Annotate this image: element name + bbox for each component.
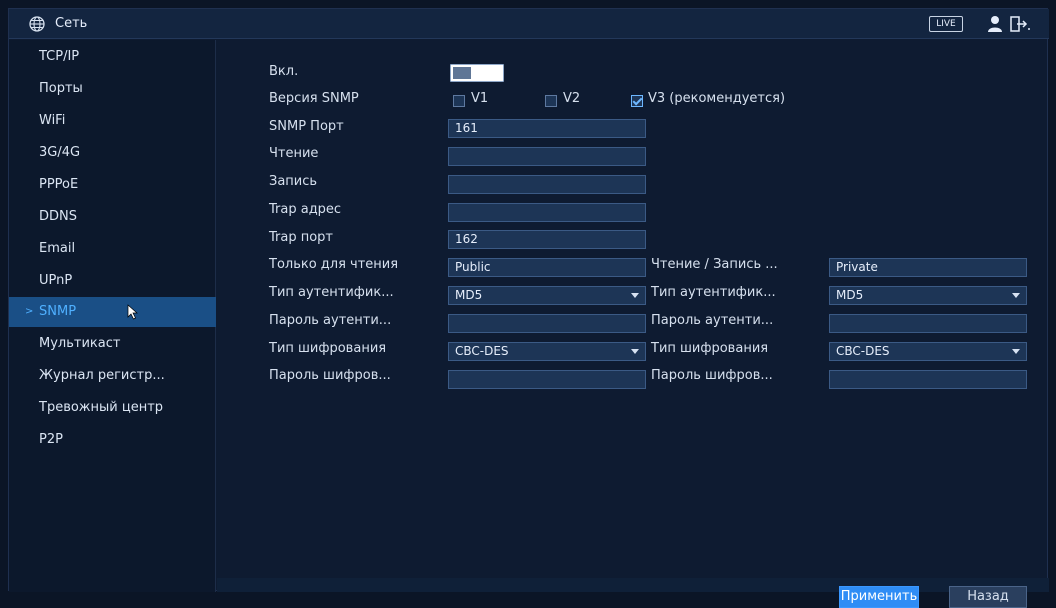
write-community-label: Запись — [269, 174, 318, 189]
encryption-password-input-right[interactable] — [829, 370, 1027, 389]
read-write-user-input[interactable]: Private — [829, 258, 1027, 277]
snmp-version-label: Версия SNMP — [269, 91, 359, 106]
page-title: Сеть — [55, 16, 88, 31]
auth-type-value-right: MD5 — [836, 288, 864, 302]
v1-checkbox[interactable] — [453, 95, 465, 107]
read-community-input[interactable] — [448, 147, 646, 166]
encryption-type-value-left: CBC-DES — [455, 344, 509, 358]
encryption-type-label-right: Тип шифрования — [651, 341, 769, 356]
auth-password-input-right[interactable] — [829, 314, 1027, 333]
logout-icon[interactable] — [1009, 15, 1031, 33]
sidebar-item-3g4g[interactable]: 3G/4G — [9, 138, 216, 168]
read-only-user-label: Только для чтения — [269, 257, 399, 272]
snmp-port-input[interactable]: 161 — [448, 119, 646, 138]
top-bar: Сеть LIVE — [9, 9, 1049, 39]
sidebar-item-wifi[interactable]: WiFi — [9, 106, 216, 136]
sidebar-item-alarm-center[interactable]: Тревожный центр — [9, 393, 216, 423]
back-button[interactable]: Назад — [949, 586, 1027, 608]
sidebar-item-tcpip[interactable]: TCP/IP — [9, 42, 216, 72]
sidebar-item-p2p[interactable]: P2P — [9, 425, 216, 455]
auth-type-value-left: MD5 — [455, 288, 483, 302]
v2-label: V2 — [563, 91, 581, 106]
v3-label: V3 (рекомендуется) — [648, 91, 786, 106]
apply-button[interactable]: Применить — [839, 586, 919, 608]
sidebar: TCP/IP Порты WiFi 3G/4G PPPoE DDNS Email… — [9, 40, 216, 592]
toggle-knob — [453, 67, 471, 79]
user-icon[interactable] — [987, 15, 1003, 33]
trap-port-label: Trap порт — [269, 230, 334, 245]
footer-bar — [217, 578, 1049, 592]
sidebar-item-snmp[interactable]: > SNMP — [9, 297, 216, 327]
sidebar-item-ddns[interactable]: DDNS — [9, 202, 216, 232]
enable-toggle[interactable] — [450, 64, 504, 82]
read-community-label: Чтение — [269, 146, 319, 161]
main-content: Вкл. Версия SNMP V1 V2 V3 (рекомендуется… — [217, 40, 1049, 608]
auth-password-input-left[interactable] — [448, 314, 646, 333]
encryption-type-select-right[interactable]: CBC-DES — [829, 342, 1027, 361]
trap-address-input[interactable] — [448, 203, 646, 222]
auth-type-label-left: Тип аутентифик... — [269, 285, 394, 300]
app-window: Сеть LIVE TCP/IP Порты WiFi 3G/4G PPPoE … — [8, 8, 1049, 608]
sidebar-item-log[interactable]: Журнал регистр... — [9, 361, 216, 391]
write-community-input[interactable] — [448, 175, 646, 194]
encryption-password-label-right: Пароль шифров... — [651, 368, 773, 383]
encryption-password-input-left[interactable] — [448, 370, 646, 389]
sidebar-item-email[interactable]: Email — [9, 234, 216, 264]
chevron-down-icon — [631, 349, 639, 354]
auth-password-label-right: Пароль аутенти... — [651, 313, 774, 328]
sidebar-item-pppoe[interactable]: PPPoE — [9, 170, 216, 200]
live-button[interactable]: LIVE — [929, 16, 963, 32]
read-only-user-input[interactable]: Public — [448, 258, 646, 277]
trap-port-input[interactable]: 162 — [448, 230, 646, 249]
sidebar-item-label: SNMP — [39, 304, 77, 319]
read-write-user-label: Чтение / Запись ... — [651, 257, 778, 272]
sidebar-item-multicast[interactable]: Мультикаст — [9, 329, 216, 359]
auth-password-label-left: Пароль аутенти... — [269, 313, 392, 328]
active-arrow-icon: > — [25, 306, 34, 317]
encryption-password-label-left: Пароль шифров... — [269, 368, 391, 383]
trap-address-label: Trap адрес — [269, 202, 342, 217]
enable-label: Вкл. — [269, 64, 299, 79]
encryption-type-label-left: Тип шифрования — [269, 341, 387, 356]
encryption-type-select-left[interactable]: CBC-DES — [448, 342, 646, 361]
sidebar-item-ports[interactable]: Порты — [9, 74, 216, 104]
v3-checkbox[interactable] — [631, 95, 643, 107]
v1-label: V1 — [471, 91, 489, 106]
auth-type-select-left[interactable]: MD5 — [448, 286, 646, 305]
sidebar-item-upnp[interactable]: UPnP — [9, 266, 216, 296]
auth-type-select-right[interactable]: MD5 — [829, 286, 1027, 305]
chevron-down-icon — [1012, 349, 1020, 354]
auth-type-label-right: Тип аутентифик... — [651, 285, 776, 300]
chevron-down-icon — [1012, 293, 1020, 298]
encryption-type-value-right: CBC-DES — [836, 344, 890, 358]
v2-checkbox[interactable] — [545, 95, 557, 107]
snmp-port-label: SNMP Порт — [269, 119, 344, 134]
chevron-down-icon — [631, 293, 639, 298]
mouse-cursor-icon — [127, 304, 138, 320]
globe-icon — [29, 16, 45, 32]
